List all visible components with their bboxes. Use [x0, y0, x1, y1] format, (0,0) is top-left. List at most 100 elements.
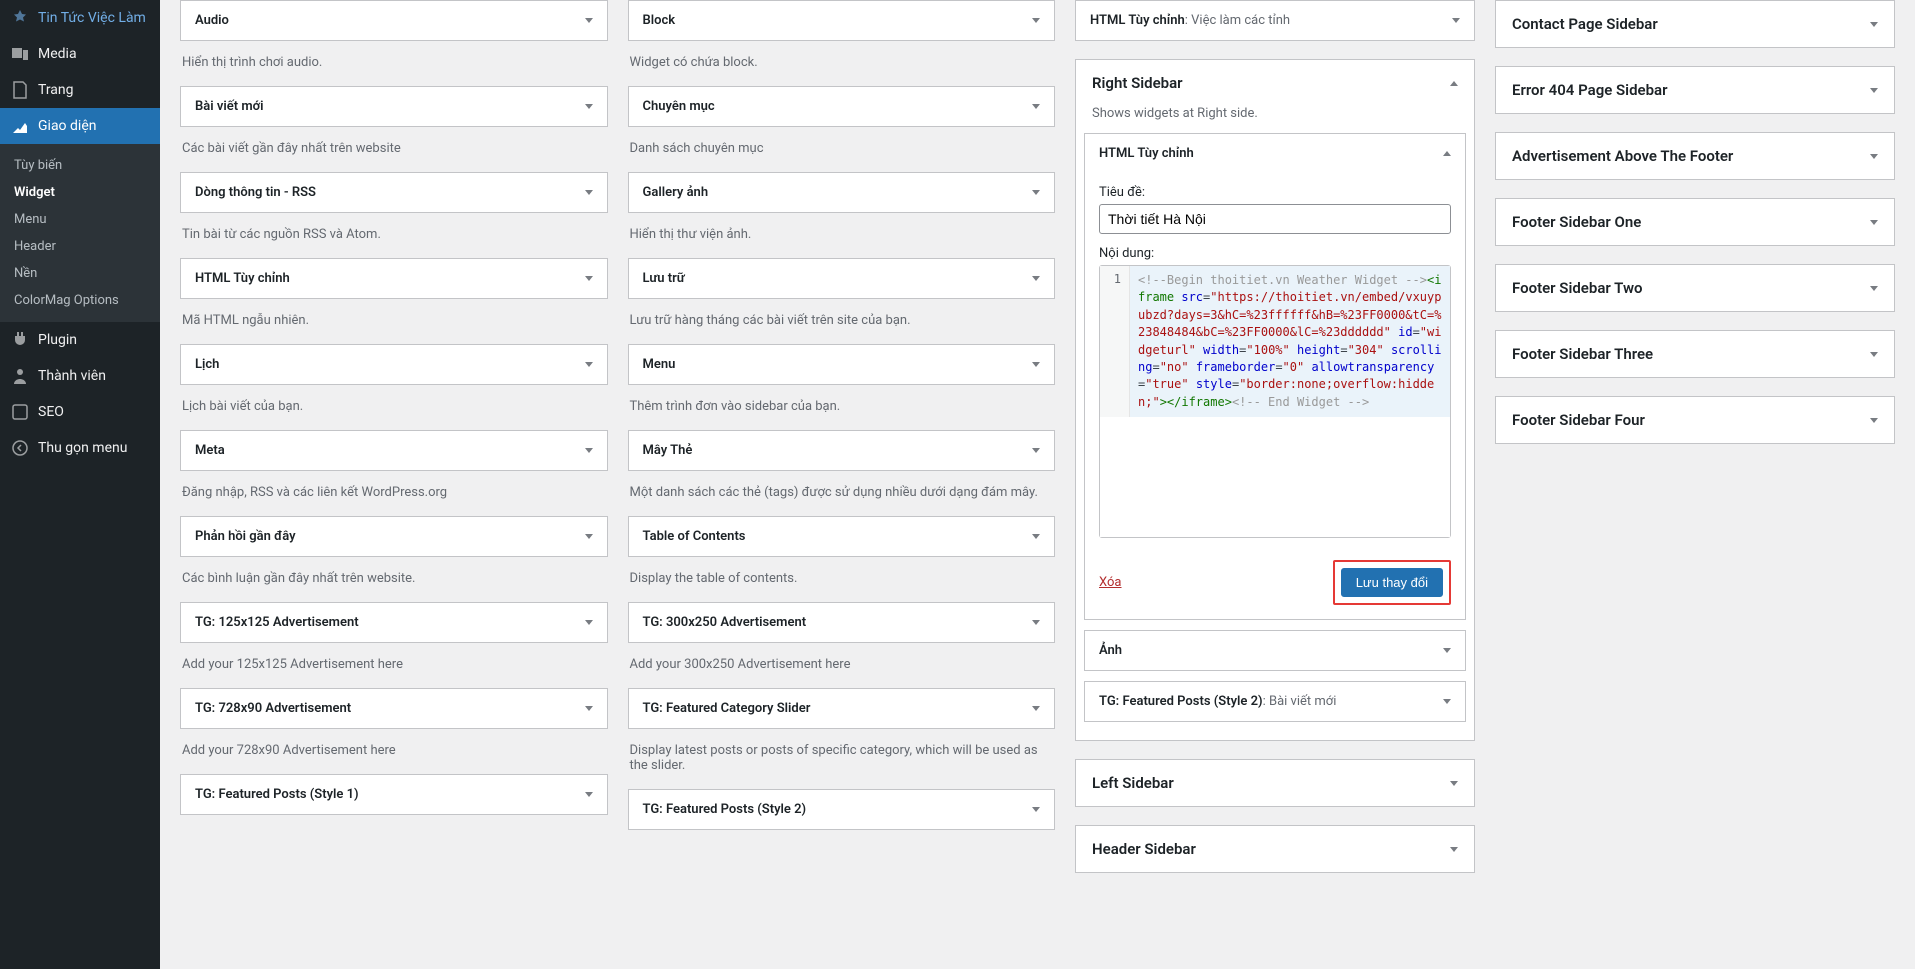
widget-title-text: HTML Tùy chỉnh: [1099, 146, 1194, 161]
chevron-down-icon: [1032, 362, 1040, 367]
available-widget[interactable]: Mây Thẻ: [628, 430, 1056, 471]
nav-label: Plugin: [38, 332, 77, 348]
nav-news[interactable]: Tin Tức Việc Làm: [0, 0, 160, 36]
widget-featured-posts[interactable]: TG: Featured Posts (Style 2): Bài viết m…: [1084, 681, 1466, 722]
available-widget[interactable]: TG: Featured Posts (Style 1): [180, 774, 608, 815]
nav-label: Thành viên: [38, 368, 106, 384]
line-number: 1: [1100, 266, 1130, 417]
available-widget[interactable]: Lưu trữ: [628, 258, 1056, 299]
widget-image[interactable]: Ảnh: [1084, 630, 1466, 671]
widget-title-input[interactable]: [1099, 204, 1451, 234]
widget-description: Add your 125x125 Advertisement here: [180, 653, 608, 688]
media-icon: [10, 44, 30, 64]
widget-description: Lưu trữ hàng tháng các bài viết trên sit…: [628, 309, 1056, 344]
chevron-down-icon: [585, 362, 593, 367]
nav-appearance[interactable]: Giao diện: [0, 108, 160, 144]
available-widget[interactable]: Phản hồi gần đây: [180, 516, 608, 557]
widget-title-text: Mây Thẻ: [643, 443, 693, 458]
delete-link[interactable]: Xóa: [1099, 575, 1122, 590]
widget-title-text: HTML Tùy chỉnh: [195, 271, 290, 286]
widget-description: Mã HTML ngẫu nhiên.: [180, 309, 608, 344]
nav-seo[interactable]: SEO: [0, 394, 160, 430]
sub-background[interactable]: Nền: [0, 260, 160, 287]
widget-title-text: TG: 300x250 Advertisement: [643, 615, 807, 630]
nav-collapse[interactable]: Thu gọn menu: [0, 430, 160, 466]
chevron-down-icon: [1032, 190, 1040, 195]
available-widget[interactable]: TG: 125x125 Advertisement: [180, 602, 608, 643]
sidebar-area[interactable]: Advertisement Above The Footer: [1495, 132, 1895, 180]
available-widget[interactable]: Bài viết mới: [180, 86, 608, 127]
available-widget[interactable]: Menu: [628, 344, 1056, 385]
chevron-up-icon: [1450, 81, 1458, 86]
available-widget[interactable]: TG: Featured Posts (Style 2): [628, 789, 1056, 830]
chevron-down-icon: [1032, 706, 1040, 711]
nav-submenu: Tùy biến Widget Menu Header Nền ColorMag…: [0, 144, 160, 322]
available-widget[interactable]: Table of Contents: [628, 516, 1056, 557]
chevron-down-icon: [585, 190, 593, 195]
sidebar-area[interactable]: Contact Page Sidebar: [1495, 0, 1895, 48]
widget-title-text: TG: Featured Posts (Style 1): [195, 787, 359, 802]
area-title: Footer Sidebar Two: [1512, 279, 1643, 297]
area-left-sidebar[interactable]: Left Sidebar: [1075, 759, 1475, 807]
available-widget[interactable]: Chuyên mục: [628, 86, 1056, 127]
sub-colormag[interactable]: ColorMag Options: [0, 287, 160, 314]
available-widget[interactable]: TG: 300x250 Advertisement: [628, 602, 1056, 643]
nav-users[interactable]: Thành viên: [0, 358, 160, 394]
sub-widgets[interactable]: Widget: [0, 179, 160, 206]
nav-pages[interactable]: Trang: [0, 72, 160, 108]
available-widget[interactable]: HTML Tùy chỉnh: [180, 258, 608, 299]
chevron-down-icon: [1870, 352, 1878, 357]
user-icon: [10, 366, 30, 386]
sidebar-areas-center: HTML Tùy chỉnh: Việc làm các tỉnh Right …: [1075, 0, 1475, 949]
widget-html-custom-collapsed[interactable]: HTML Tùy chỉnh: Việc làm các tỉnh: [1075, 0, 1475, 41]
sidebar-area[interactable]: Footer Sidebar One: [1495, 198, 1895, 246]
available-widget[interactable]: TG: Featured Category Slider: [628, 688, 1056, 729]
seo-icon: [10, 402, 30, 422]
available-widget[interactable]: Meta: [180, 430, 608, 471]
area-header[interactable]: Right Sidebar: [1076, 60, 1474, 106]
chevron-down-icon: [585, 620, 593, 625]
sidebar-area[interactable]: Footer Sidebar Three: [1495, 330, 1895, 378]
chevron-down-icon: [1032, 620, 1040, 625]
widget-description: Đăng nhập, RSS và các liên kết WordPress…: [180, 481, 608, 516]
widget-header[interactable]: HTML Tùy chỉnh: [1085, 134, 1465, 173]
nav-media[interactable]: Media: [0, 36, 160, 72]
widget-description: Danh sách chuyên mục: [628, 137, 1056, 172]
area-header-sidebar[interactable]: Header Sidebar: [1075, 825, 1475, 873]
collapse-icon: [10, 438, 30, 458]
available-widget[interactable]: Gallery ảnh: [628, 172, 1056, 213]
save-button[interactable]: Lưu thay đổi: [1341, 568, 1443, 597]
available-widget[interactable]: Lịch: [180, 344, 608, 385]
available-widget[interactable]: Dòng thông tin - RSS: [180, 172, 608, 213]
sidebar-area[interactable]: Footer Sidebar Four: [1495, 396, 1895, 444]
widget-title-text: Lịch: [195, 357, 219, 372]
chevron-down-icon: [1443, 648, 1451, 653]
nav-label: Thu gọn menu: [38, 440, 127, 456]
nav-plugins[interactable]: Plugin: [0, 322, 160, 358]
widget-description: Display latest posts or posts of specifi…: [628, 739, 1056, 789]
nav-label: SEO: [38, 404, 64, 420]
available-widget[interactable]: Block: [628, 0, 1056, 41]
sub-customize[interactable]: Tùy biến: [0, 152, 160, 179]
widget-subtitle: : Việc làm các tỉnh: [1185, 13, 1290, 28]
chevron-down-icon: [585, 276, 593, 281]
sidebar-areas-right: Contact Page Sidebar Error 404 Page Sideb…: [1495, 0, 1895, 949]
available-widget[interactable]: Audio: [180, 0, 608, 41]
widget-title-text: Dòng thông tin - RSS: [195, 185, 316, 200]
available-widget[interactable]: TG: 728x90 Advertisement: [180, 688, 608, 729]
nav-label: Tin Tức Việc Làm: [38, 10, 146, 26]
widget-title-text: Ảnh: [1099, 643, 1122, 658]
sidebar-area[interactable]: Error 404 Page Sidebar: [1495, 66, 1895, 114]
chevron-down-icon: [1870, 154, 1878, 159]
code-editor[interactable]: 1 <!--Begin thoitiet.vn Weather Widget -…: [1099, 265, 1451, 538]
widget-description: Các bài viết gần đây nhất trên website: [180, 137, 608, 172]
chevron-down-icon: [1870, 220, 1878, 225]
widget-title-text: Lưu trữ: [643, 271, 685, 286]
sub-menus[interactable]: Menu: [0, 206, 160, 233]
widget-title-text: Gallery ảnh: [643, 185, 709, 200]
sub-header[interactable]: Header: [0, 233, 160, 260]
code-content[interactable]: <!--Begin thoitiet.vn Weather Widget -->…: [1130, 266, 1450, 417]
title-label: Tiêu đề:: [1099, 185, 1451, 200]
sidebar-area[interactable]: Footer Sidebar Two: [1495, 264, 1895, 312]
pin-icon: [10, 8, 30, 28]
